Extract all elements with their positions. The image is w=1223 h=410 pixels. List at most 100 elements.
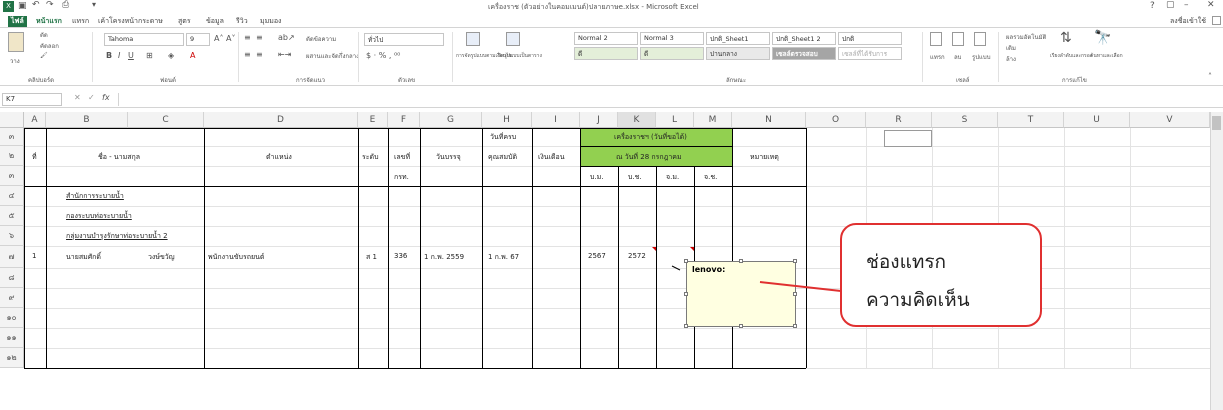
ribbon-display-icon[interactable]: ▢ <box>1166 0 1175 10</box>
tab-insert[interactable]: แทรก <box>72 16 89 27</box>
merge-center-button[interactable]: ผสานและจัดกึ่งกลาง <box>306 51 359 61</box>
resize-handle[interactable] <box>793 324 797 328</box>
cut-button[interactable]: ตัด <box>40 30 48 40</box>
underline-icon[interactable]: U <box>128 51 134 60</box>
fill-color-icon[interactable]: ◈ <box>168 51 174 60</box>
select-all-corner[interactable] <box>0 112 24 128</box>
column-header-a[interactable]: A <box>24 112 46 128</box>
row-header-12[interactable]: ๑๒ <box>0 348 24 368</box>
save-icon[interactable]: ▣ <box>18 1 27 11</box>
column-header-l[interactable]: L <box>656 112 694 128</box>
collapse-ribbon-icon[interactable]: ˄ <box>1208 72 1212 81</box>
find-select-icon[interactable]: 🔭 <box>1094 30 1111 46</box>
column-header-e[interactable]: E <box>358 112 388 128</box>
column-header-o[interactable]: O <box>806 112 866 128</box>
insert-cells-icon[interactable] <box>930 32 942 46</box>
enter-icon[interactable]: ✓ <box>88 93 95 102</box>
align-middle-icon[interactable]: ≡ <box>256 33 263 42</box>
column-header-n[interactable]: N <box>732 112 806 128</box>
column-header-u[interactable]: U <box>1064 112 1130 128</box>
style-neutral[interactable]: ปานกลาง <box>706 47 770 60</box>
row-header-11[interactable]: ๑๑ <box>0 328 24 348</box>
row-header-2[interactable]: ๒ <box>0 146 24 166</box>
style-linked-cell[interactable]: เซลล์ที่ได้รับการ <box>838 47 902 60</box>
paste-icon[interactable] <box>8 32 24 52</box>
conditional-formatting-icon[interactable] <box>466 32 480 46</box>
number-format-select[interactable]: ทั่วไป <box>364 33 444 46</box>
row-header-1[interactable]: ๓ <box>0 128 24 146</box>
column-header-i[interactable]: I <box>532 112 580 128</box>
row-header-6[interactable]: ๖ <box>0 226 24 246</box>
style-normal-sheet1-2[interactable]: ปกติ_Sheet1 2 <box>772 32 836 45</box>
close-icon[interactable]: ✕ <box>1207 0 1215 10</box>
format-as-table-button[interactable]: จัดรูปแบบเป็นตาราง <box>498 52 542 60</box>
autosum-button[interactable]: ผลรวมอัตโนมัติ <box>1006 32 1046 42</box>
grow-font-icon[interactable]: A˄ <box>214 34 223 43</box>
tab-review[interactable]: รีวิว <box>236 16 248 27</box>
currency-icon[interactable]: $ · % , ⁰⁰ <box>366 51 400 60</box>
resize-handle[interactable] <box>739 259 743 263</box>
tab-page-layout[interactable]: เค้าโครงหน้ากระดาษ <box>98 16 163 27</box>
clear-button[interactable]: ล้าง <box>1006 54 1016 64</box>
row-header-9[interactable]: ๙ <box>0 288 24 308</box>
tab-view[interactable]: มุมมอง <box>260 16 281 27</box>
find-select-button[interactable]: ค้นหาและเลือก <box>1090 52 1123 60</box>
column-header-c[interactable]: C <box>128 112 204 128</box>
sort-filter-button[interactable]: เรียงลำดับและกรอง <box>1050 52 1092 60</box>
resize-handle[interactable] <box>684 324 688 328</box>
formula-input[interactable] <box>118 93 1214 106</box>
format-as-table-icon[interactable] <box>506 32 520 46</box>
resize-handle[interactable] <box>684 259 688 263</box>
account-avatar-icon[interactable] <box>1212 16 1221 25</box>
format-cells-button[interactable]: รูปแบบ <box>972 52 991 62</box>
column-header-r[interactable]: R <box>866 112 932 128</box>
column-header-d[interactable]: D <box>204 112 358 128</box>
style-normal-2[interactable]: Normal 2 <box>574 32 638 45</box>
style-good-2[interactable]: ดี <box>640 47 704 60</box>
column-header-t[interactable]: T <box>998 112 1064 128</box>
column-header-j[interactable]: J <box>580 112 618 128</box>
comment-box[interactable]: lenovo: <box>684 259 797 328</box>
row-header-3[interactable]: ๓ <box>0 166 24 186</box>
column-header-k[interactable]: K <box>618 112 656 128</box>
italic-icon[interactable]: I <box>118 51 120 60</box>
row-header-4[interactable]: ๔ <box>0 186 24 206</box>
column-header-s[interactable]: S <box>932 112 998 128</box>
style-normal[interactable]: ปกติ <box>838 32 902 45</box>
format-painter-icon[interactable]: 🖌 <box>40 52 48 59</box>
vertical-scrollbar[interactable] <box>1210 112 1223 410</box>
undo-icon[interactable]: ↶ <box>32 0 40 10</box>
column-header-b[interactable]: B <box>46 112 128 128</box>
sign-in-link[interactable]: ลงชื่อเข้าใช้ <box>1170 16 1206 27</box>
row-header-10[interactable]: ๑๐ <box>0 308 24 328</box>
font-size-select[interactable]: 9 <box>186 33 210 46</box>
cancel-icon[interactable]: ✕ <box>74 93 81 102</box>
scroll-thumb[interactable] <box>1212 116 1221 130</box>
name-box[interactable]: K7 <box>2 93 62 106</box>
column-header-h[interactable]: H <box>482 112 532 128</box>
tab-data[interactable]: ข้อมูล <box>206 16 224 27</box>
style-good[interactable]: ดี <box>574 47 638 60</box>
quick-access-customize-icon[interactable]: ▾ <box>92 0 96 9</box>
insert-cells-button[interactable]: แทรก <box>930 52 945 62</box>
sort-filter-icon[interactable]: ⇅ <box>1060 30 1072 46</box>
paste-button[interactable]: วาง <box>10 56 20 66</box>
redo-icon[interactable]: ↷ <box>46 0 54 10</box>
resize-handle[interactable] <box>793 292 797 296</box>
help-icon[interactable]: ? <box>1150 1 1155 11</box>
column-header-m[interactable]: M <box>694 112 732 128</box>
tab-formulas[interactable]: สูตร <box>178 16 191 27</box>
print-preview-icon[interactable]: ⎙ <box>62 0 69 10</box>
font-color-icon[interactable]: A <box>190 51 195 60</box>
copy-button[interactable]: คัดลอก <box>40 41 59 51</box>
row-header-8[interactable]: ๘ <box>0 268 24 288</box>
insert-function-icon[interactable]: fx <box>102 93 110 102</box>
wrap-text-button[interactable]: ตัดข้อความ <box>306 34 336 44</box>
style-check-cell[interactable]: เซลล์ตรวจสอบ <box>772 47 836 60</box>
minimize-icon[interactable]: – <box>1184 0 1189 10</box>
borders-icon[interactable]: ⊞ <box>146 51 153 60</box>
indent-icon[interactable]: ⇤⇥ <box>278 50 291 59</box>
align-top-icon[interactable]: ≡ <box>244 33 251 42</box>
style-normal-3[interactable]: Normal 3 <box>640 32 704 45</box>
style-normal-sheet1[interactable]: ปกติ_Sheet1 <box>706 32 770 45</box>
